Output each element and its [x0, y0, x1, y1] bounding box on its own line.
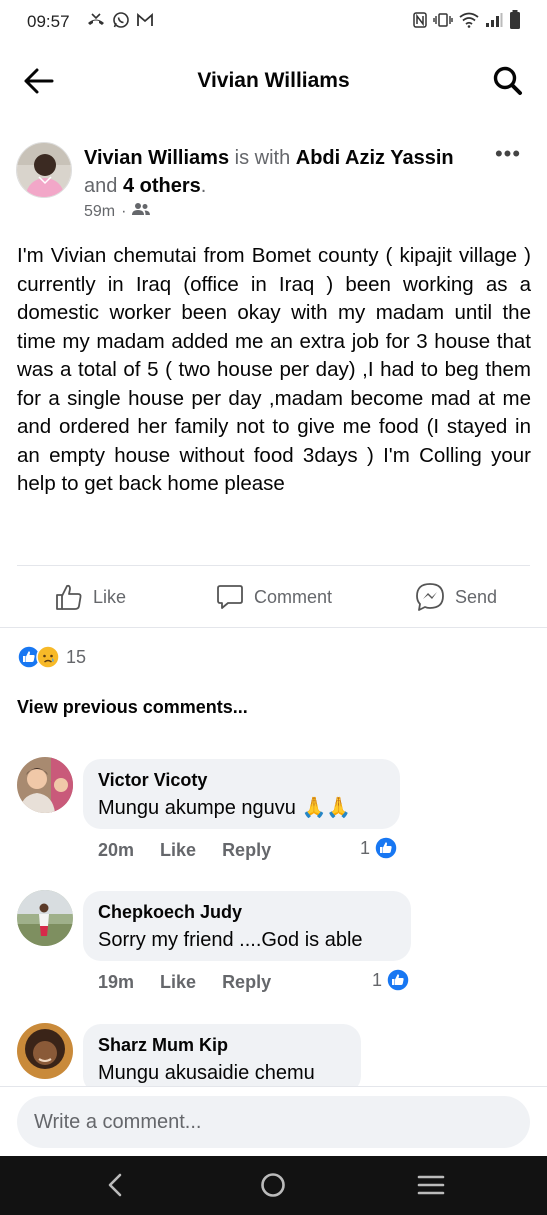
search-button[interactable] [491, 64, 525, 98]
post-time[interactable]: 59m [84, 203, 115, 221]
nav-recents-icon [417, 1175, 445, 1195]
friends-icon [132, 202, 151, 221]
reactions-summary[interactable]: 15 [17, 644, 86, 670]
status-bar: 09:57 [0, 0, 547, 44]
author-avatar[interactable] [16, 142, 72, 198]
header: Vivian Williams [0, 56, 547, 106]
comment-text: Mungu akusaidie chemu [98, 1062, 315, 1084]
vibrate-icon [433, 12, 453, 33]
page-title: Vivian Williams [197, 69, 350, 92]
post-action-bar: Like Comment Send [0, 566, 547, 628]
comment-like-number: 1 [372, 969, 383, 990]
view-previous-comments-link[interactable]: View previous comments... [17, 697, 248, 718]
comment-time[interactable]: 20m [98, 840, 134, 861]
author-name[interactable]: Vivian Williams [84, 147, 229, 169]
send-button[interactable]: Send [415, 582, 497, 612]
comment-bubble: Victor Vicoty Mungu akumpe nguvu 🙏🙏 [83, 759, 400, 829]
missed-call-icon [86, 12, 106, 33]
thumbs-up-icon [56, 584, 82, 610]
comment-actions: 19m Like Reply [98, 972, 271, 993]
comment-text: Mungu akumpe nguvu 🙏🙏 [98, 797, 352, 819]
comment-like-count[interactable]: 1 [360, 836, 398, 860]
comment-like-count[interactable]: 1 [372, 968, 410, 992]
gmail-icon [136, 12, 154, 33]
status-time: 09:57 [27, 12, 70, 31]
period: . [200, 175, 207, 197]
with-text: is with [229, 147, 296, 169]
comment-label: Comment [254, 586, 333, 607]
divider [0, 627, 547, 628]
post-author-line: Vivian Williams is with Abdi Aziz Yassin… [84, 144, 484, 200]
nav-back-icon [108, 1173, 122, 1197]
search-icon [493, 66, 522, 95]
like-button[interactable]: Like [55, 582, 126, 612]
like-reaction-icon [386, 968, 410, 992]
comment-reply-button[interactable]: Reply [222, 972, 271, 993]
meta-dot: · [121, 202, 127, 220]
messenger-icon [416, 583, 444, 611]
reaction-count: 15 [66, 646, 87, 667]
nav-home-button[interactable] [256, 1170, 290, 1200]
comment-button[interactable]: Comment [216, 582, 332, 612]
post-body: I'm Vivian chemutai from Bomet county ( … [17, 244, 531, 495]
and-text: and [84, 175, 123, 197]
nav-recents-button[interactable] [414, 1170, 448, 1200]
wifi-icon [459, 12, 479, 33]
comment-text: Sorry my friend ....God is able [98, 929, 363, 951]
comment-like-button[interactable]: Like [160, 840, 196, 861]
nfc-icon [413, 11, 427, 33]
comment-like-number: 1 [360, 837, 371, 858]
like-label: Like [93, 586, 127, 607]
comment-bubble: Chepkoech Judy Sorry my friend ....God i… [83, 891, 411, 961]
commenter-avatar[interactable] [17, 1023, 73, 1079]
comment-reply-button[interactable]: Reply [222, 840, 271, 861]
comment-bubble: Sharz Mum Kip Mungu akusaidie chemu [83, 1024, 361, 1094]
commenter-name[interactable]: Victor Vicoty [98, 769, 385, 791]
comment-like-button[interactable]: Like [160, 972, 196, 993]
comment-input[interactable]: Write a comment... [17, 1096, 530, 1148]
comment-time[interactable]: 19m [98, 972, 134, 993]
commenter-name[interactable]: Sharz Mum Kip [98, 1034, 346, 1056]
system-nav-bar [0, 1156, 547, 1215]
battery-icon [509, 9, 521, 35]
notification-icons [86, 11, 154, 34]
send-label: Send [455, 586, 498, 607]
like-reaction-icon [374, 836, 398, 860]
tagged-name[interactable]: Abdi Aziz Yassin [296, 147, 454, 169]
nav-home-icon [261, 1173, 285, 1197]
sad-reaction-icon [36, 645, 60, 669]
system-icons [413, 9, 521, 35]
commenter-avatar[interactable] [17, 890, 73, 946]
comment-composer: Write a comment... [0, 1086, 547, 1156]
commenter-avatar[interactable] [17, 757, 73, 813]
whatsapp-icon [112, 11, 130, 34]
others-link[interactable]: 4 others [123, 175, 201, 197]
nav-back-button[interactable] [98, 1170, 132, 1200]
signal-icon [485, 12, 503, 33]
post-meta: 59m · [84, 202, 151, 221]
comment-icon [217, 585, 243, 609]
comment-actions: 20m Like Reply [98, 840, 271, 861]
commenter-name[interactable]: Chepkoech Judy [98, 901, 396, 923]
post-header: Vivian Williams is with Abdi Aziz Yassin… [0, 140, 547, 226]
more-options-button[interactable]: ••• [493, 142, 523, 166]
